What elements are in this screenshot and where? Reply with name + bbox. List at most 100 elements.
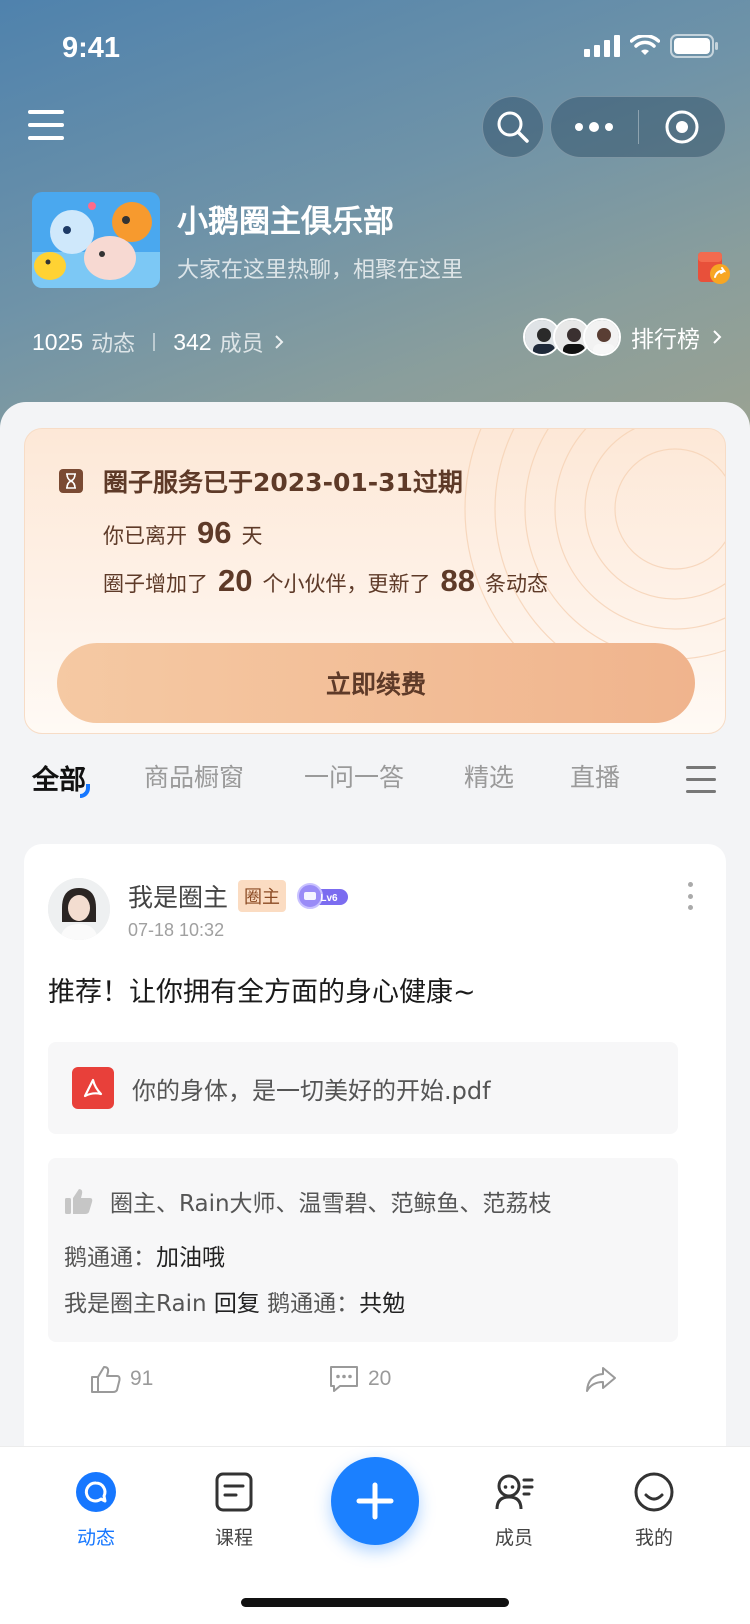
post-text: 推荐！让你拥有全方面的身心健康~	[48, 977, 476, 1008]
tabbar-course-label: 课程	[214, 1527, 253, 1549]
status-bar: 9:41	[0, 0, 750, 90]
hourglass-icon	[59, 469, 83, 493]
chevron-right-icon	[713, 330, 722, 344]
target-icon	[665, 110, 699, 144]
tabbar-feed[interactable]: 动态	[46, 1471, 146, 1561]
battery-icon	[670, 34, 718, 58]
growth-line: 圈子增加了 20 个小伙伴，更新了 88 条动态	[103, 563, 548, 599]
post-actions: 91 20	[24, 1364, 726, 1410]
expire-title: 圈子服务已于2023-01-31过期	[103, 468, 463, 497]
comment-item[interactable]: 我是圈主Rain 回复 鹅通通：共勉	[64, 1284, 405, 1318]
wifi-icon	[630, 35, 660, 55]
tab-active-indicator	[80, 784, 90, 798]
expire-title-row: 圈子服务已于2023-01-31过期	[59, 463, 463, 499]
posts-label: 动态	[91, 332, 136, 357]
comment-item[interactable]: 鹅通通：加油哦	[64, 1238, 225, 1272]
tab-menu-icon[interactable]	[686, 766, 718, 794]
like-count: 91	[130, 1367, 154, 1390]
ranking-link[interactable]: 排行榜	[523, 318, 722, 356]
avatar	[583, 318, 621, 356]
plus-icon	[356, 1482, 394, 1520]
close-miniprogram-button[interactable]	[639, 96, 726, 158]
thumbs-up-icon	[91, 1366, 121, 1393]
search-icon	[497, 111, 529, 143]
author-avatar[interactable]	[48, 878, 110, 940]
course-book-icon	[215, 1472, 253, 1512]
comment-text: 共勉	[359, 1291, 406, 1317]
expire-notice-card: 圈子服务已于2023-01-31过期 你已离开 96 天 圈子增加了 20 个小…	[24, 428, 726, 734]
stats-divider	[153, 333, 156, 351]
author-name[interactable]: 我是圈主	[128, 878, 228, 914]
tab-all[interactable]: 全部	[32, 758, 86, 797]
tab-live[interactable]: 直播	[570, 758, 620, 794]
tabbar-course[interactable]: 课程	[184, 1471, 284, 1561]
reply-target[interactable]: 鹅通通：	[267, 1291, 359, 1317]
mini-program-capsule	[550, 96, 726, 158]
days-left-line: 你已离开 96 天	[103, 515, 262, 551]
days-left-suffix: 天	[241, 524, 263, 548]
author-line: 我是圈主 圈主 Lv6	[128, 878, 350, 914]
menu-icon[interactable]	[28, 110, 66, 142]
new-posts-value: 88	[440, 563, 475, 598]
content-tabs: 全部 商品橱窗 一问一答 精选 直播	[0, 748, 750, 808]
share-button[interactable]	[584, 1364, 618, 1394]
level-badge-icon: Lv6	[297, 883, 349, 909]
chevron-right-icon	[274, 335, 283, 349]
thumbs-up-filled-icon	[65, 1189, 93, 1214]
members-label: 成员	[219, 332, 264, 357]
like-button[interactable]: 91	[90, 1364, 153, 1394]
post-time: 07-18 10:32	[128, 920, 225, 940]
comment-icon	[330, 1366, 358, 1392]
days-left-prefix: 你已离开	[103, 524, 187, 548]
likers-list: 圈主、Rain大师、温雪碧、范鲸鱼、范荔枝	[110, 1191, 552, 1217]
circle-cover-image[interactable]	[32, 192, 160, 288]
tab-featured[interactable]: 精选	[464, 758, 514, 794]
members-count: 342	[173, 328, 212, 355]
new-members-value: 20	[218, 563, 253, 598]
post-more-icon[interactable]	[688, 882, 694, 910]
circle-info: 小鹅圈主俱乐部 大家在这里热聊，相聚在这里	[32, 192, 732, 288]
signal-icon	[584, 35, 620, 57]
comment-text: 加油哦	[156, 1245, 225, 1271]
members-icon	[495, 1474, 534, 1510]
comment-user[interactable]: 鹅通通：	[64, 1245, 156, 1271]
create-post-button[interactable]	[331, 1457, 419, 1545]
owner-tag: 圈主	[238, 880, 287, 912]
comment-count: 20	[368, 1367, 392, 1390]
status-time: 9:41	[62, 32, 121, 64]
likes-comments-box: 圈主、Rain大师、温雪碧、范鲸鱼、范荔枝 鹅通通：加油哦 我是圈主Rain 回…	[48, 1158, 678, 1342]
tabbar-members[interactable]: 成员	[464, 1471, 564, 1561]
posts-count: 1025	[32, 328, 84, 355]
growth-suffix: 条动态	[484, 572, 548, 596]
tabbar-feed-label: 动态	[76, 1527, 115, 1549]
attachment-name: 你的身体，是一切美好的开始.pdf	[132, 1076, 491, 1105]
more-options-button[interactable]	[551, 96, 638, 158]
members-link[interactable]: 1025 动态 342 成员	[32, 326, 284, 358]
tabbar-members-label: 成员	[494, 1527, 533, 1549]
comment-button[interactable]: 20	[328, 1364, 391, 1394]
reply-word: 回复	[213, 1291, 260, 1317]
share-arrow-icon	[586, 1367, 616, 1392]
circle-stats: 1025 动态 342 成员 排行榜	[32, 318, 722, 362]
smile-icon	[634, 1472, 674, 1512]
tabbar-mine-label: 我的	[634, 1527, 673, 1549]
status-icons	[584, 34, 718, 58]
tab-qa[interactable]: 一问一答	[304, 758, 404, 794]
search-button[interactable]	[482, 96, 544, 158]
circle-subtitle: 大家在这里热聊，相聚在这里	[177, 258, 464, 283]
home-indicator	[241, 1598, 509, 1607]
post-card[interactable]: 我是圈主 圈主 Lv6 07-18 10:32 推荐！让你拥有全方面的身心健康~…	[24, 844, 726, 1484]
circle-title: 小鹅圈主俱乐部	[177, 204, 394, 240]
comment-user[interactable]: 我是圈主Rain	[64, 1291, 207, 1317]
level-text: Lv6	[320, 893, 338, 904]
growth-mid: 个小伙伴，更新了	[262, 572, 431, 596]
share-red-packet-button[interactable]	[696, 250, 732, 286]
growth-prefix: 圈子增加了	[103, 572, 208, 596]
tabbar-mine[interactable]: 我的	[604, 1471, 704, 1561]
more-dots-icon	[575, 122, 614, 132]
tab-product-showcase[interactable]: 商品橱窗	[144, 758, 244, 794]
pdf-attachment[interactable]: 你的身体，是一切美好的开始.pdf	[48, 1042, 678, 1134]
pdf-icon	[72, 1067, 114, 1109]
likes-row: 圈主、Rain大师、温雪碧、范鲸鱼、范荔枝	[64, 1184, 552, 1218]
renew-button[interactable]: 立即续费	[57, 643, 695, 723]
